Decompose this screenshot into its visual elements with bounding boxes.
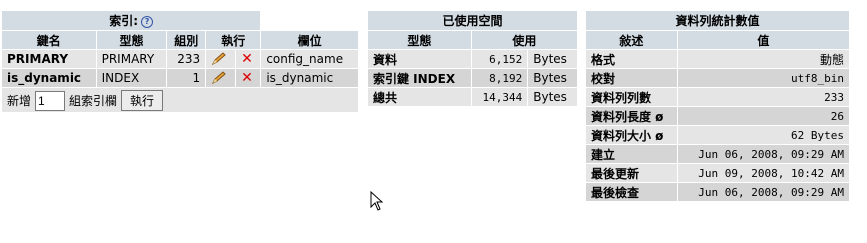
col-header-type: 型態 bbox=[368, 31, 471, 49]
stat-value: Jun 06, 2008, 09:29 AM bbox=[677, 183, 849, 201]
space-usage-table: 已使用空間 型態 使用 資料 6,152 Bytes 索引鍵 INDEX 8,1… bbox=[367, 10, 578, 107]
space-title: 已使用空間 bbox=[368, 11, 577, 30]
add-suffix-label: 組索引欄 bbox=[69, 93, 118, 108]
delete-icon: ✕ bbox=[241, 51, 253, 67]
indexes-title: 索引:? bbox=[2, 11, 261, 30]
table-row: 建立 Jun 06, 2008, 09:29 AM bbox=[586, 145, 849, 163]
drop-index-button[interactable]: ✕ bbox=[236, 69, 261, 87]
space-type: 資料 bbox=[368, 50, 471, 68]
mouse-cursor-icon bbox=[370, 191, 384, 211]
table-row: 最後檢查 Jun 06, 2008, 09:29 AM bbox=[586, 183, 849, 201]
col-header-type: 型態 bbox=[96, 31, 167, 49]
table-row: 資料列大小 ø 62 Bytes bbox=[586, 126, 849, 144]
table-row: 資料列列數 233 bbox=[586, 88, 849, 106]
index-cardinality: 1 bbox=[167, 69, 206, 87]
pencil-icon bbox=[212, 52, 226, 66]
delete-icon: ✕ bbox=[241, 70, 253, 86]
index-column: is_dynamic bbox=[261, 69, 358, 87]
pencil-icon bbox=[212, 71, 226, 85]
table-row: 最後更新 Jun 09, 2008, 10:42 AM bbox=[586, 164, 849, 182]
stat-label: 最後檢查 bbox=[586, 183, 677, 201]
stats-title: 資料列統計數值 bbox=[586, 11, 849, 30]
col-header-column: 欄位 bbox=[261, 31, 358, 49]
go-button[interactable]: 執行 bbox=[121, 89, 164, 111]
stat-label: 資料列長度 ø bbox=[586, 107, 677, 125]
col-header-statement: 敍述 bbox=[586, 31, 677, 49]
stat-value: 62 Bytes bbox=[677, 126, 849, 144]
stat-value: Jun 09, 2008, 10:42 AM bbox=[677, 164, 849, 182]
table-row: 校對 utf8_bin bbox=[586, 69, 849, 87]
space-unit: Bytes bbox=[528, 69, 577, 87]
add-label: 新增 bbox=[7, 93, 32, 108]
stat-label: 最後更新 bbox=[586, 164, 677, 182]
add-index-row: 新增 組索引欄執行 bbox=[2, 88, 358, 112]
space-unit: Bytes bbox=[528, 88, 577, 106]
stat-label: 格式 bbox=[586, 50, 677, 68]
stat-value: 動態 bbox=[677, 50, 849, 68]
stat-label: 建立 bbox=[586, 145, 677, 163]
table-row: 索引鍵 INDEX 8,192 Bytes bbox=[368, 69, 577, 87]
table-row: PRIMARY PRIMARY 233 ✕ config_name bbox=[2, 50, 358, 68]
col-header-value: 值 bbox=[677, 31, 849, 49]
table-row: 資料 6,152 Bytes bbox=[368, 50, 577, 68]
stat-label: 校對 bbox=[586, 69, 677, 87]
index-key-name: PRIMARY bbox=[2, 50, 96, 68]
help-icon[interactable]: ? bbox=[141, 15, 154, 28]
index-key-name: is_dynamic bbox=[2, 69, 96, 87]
table-row: is_dynamic INDEX 1 ✕ is_dynamic bbox=[2, 69, 358, 87]
table-row: 資料列長度 ø 26 bbox=[586, 107, 849, 125]
index-type: PRIMARY bbox=[96, 50, 167, 68]
index-cardinality: 233 bbox=[167, 50, 206, 68]
index-column: config_name bbox=[261, 50, 358, 68]
space-type: 索引鍵 INDEX bbox=[368, 69, 471, 87]
space-unit: Bytes bbox=[528, 50, 577, 68]
stat-label: 資料列列數 bbox=[586, 88, 677, 106]
add-index-count-input[interactable] bbox=[35, 90, 66, 111]
space-value: 8,192 bbox=[471, 69, 528, 87]
stat-value: 26 bbox=[677, 107, 849, 125]
edit-index-button[interactable] bbox=[206, 69, 236, 87]
space-value: 6,152 bbox=[471, 50, 528, 68]
space-value: 14,344 bbox=[471, 88, 528, 106]
col-header-usage: 使用 bbox=[471, 31, 577, 49]
index-type: INDEX bbox=[96, 69, 167, 87]
stat-value: utf8_bin bbox=[677, 69, 849, 87]
stat-value: 233 bbox=[677, 88, 849, 106]
stat-value: Jun 06, 2008, 09:29 AM bbox=[677, 145, 849, 163]
col-header-cardinality: 組別 bbox=[167, 31, 206, 49]
col-header-action: 執行 bbox=[206, 31, 261, 49]
space-type: 總共 bbox=[368, 88, 471, 106]
stat-label: 資料列大小 ø bbox=[586, 126, 677, 144]
row-statistics-table: 資料列統計數值 敍述 值 格式 動態 校對 utf8_bin 資料列列數 233 資料… bbox=[585, 10, 850, 202]
edit-index-button[interactable] bbox=[206, 50, 236, 68]
indexes-table: 索引:? 鍵名 型態 組別 執行 欄位 PRIMARY PRIMARY 233 … bbox=[1, 10, 359, 113]
table-row: 格式 動態 bbox=[586, 50, 849, 68]
table-row: 總共 14,344 Bytes bbox=[368, 88, 577, 106]
col-header-keyname[interactable]: 鍵名 bbox=[2, 31, 96, 49]
drop-index-button[interactable]: ✕ bbox=[236, 50, 261, 68]
